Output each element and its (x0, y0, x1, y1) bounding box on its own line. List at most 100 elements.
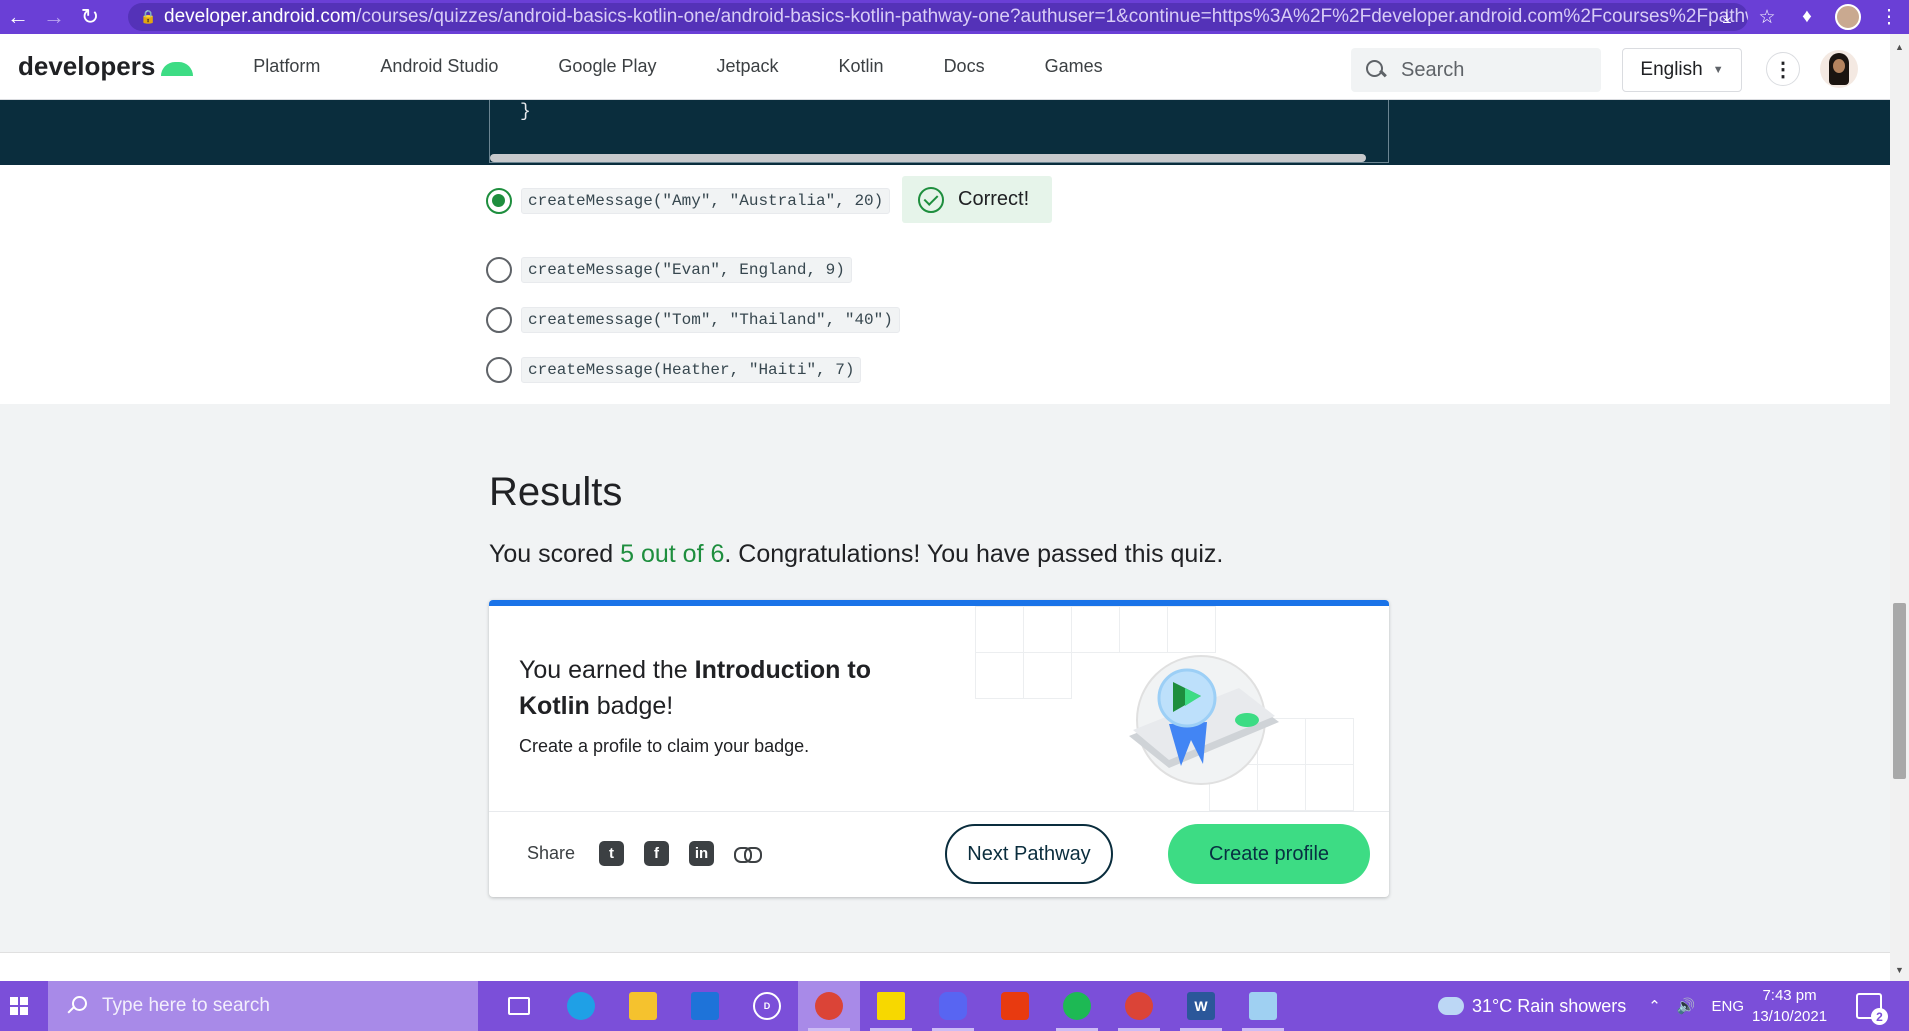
forward-icon[interactable]: → (36, 0, 72, 34)
mail-icon[interactable] (674, 981, 736, 1031)
url-path: /courses/quizzes/android-basics-kotlin-o… (356, 6, 1748, 27)
score-value: 5 out of 6 (620, 540, 725, 568)
radio-selected[interactable] (486, 188, 512, 214)
answer-option[interactable]: createMessage(Heather, "Haiti", 7) (486, 357, 862, 383)
bookmark-star-icon[interactable]: ☆ (1747, 6, 1787, 29)
browser-profile-avatar[interactable] (1835, 4, 1861, 30)
dell-icon[interactable]: D (736, 981, 798, 1031)
page-scrollbar[interactable]: ▲ ▼ (1890, 34, 1909, 981)
answer-option[interactable]: createMessage("Evan", England, 9) (486, 257, 852, 283)
extensions-icon[interactable]: ♦ (1787, 6, 1827, 28)
site-header: developers Platform Android Studio Googl… (0, 34, 1890, 100)
twitter-icon[interactable]: t (599, 841, 625, 866)
clock[interactable]: 7:43 pm 13/10/2021 (1752, 985, 1827, 1027)
radio-unselected[interactable] (486, 257, 512, 283)
weather-text[interactable]: 31°C Rain showers (1472, 996, 1626, 1017)
results-title: Results (489, 470, 623, 514)
windows-taskbar: Type here to search D W 31°C Rain shower… (0, 981, 1909, 1031)
reload-icon[interactable]: ↻ (72, 0, 108, 34)
clock-time: 7:43 pm (1762, 987, 1817, 1004)
nav-platform[interactable]: Platform (253, 56, 320, 77)
linkedin-icon[interactable]: in (689, 841, 715, 866)
clock-date: 13/10/2021 (1752, 1008, 1828, 1025)
chevron-down-icon: ▼ (1712, 64, 1724, 76)
section-divider (0, 952, 1890, 953)
badge-subtitle: Create a profile to claim your badge. (519, 736, 810, 756)
next-pathway-button[interactable]: Next Pathway (945, 824, 1113, 884)
windows-logo-icon (10, 997, 28, 1015)
back-icon[interactable]: ← (0, 0, 36, 34)
avatar[interactable] (1820, 50, 1858, 88)
language-indicator[interactable]: ENG (1712, 998, 1745, 1015)
search-input[interactable]: Search (1351, 48, 1601, 92)
browser-menu-icon[interactable]: ⋮ (1869, 6, 1909, 29)
chrome-icon[interactable] (798, 981, 860, 1031)
share-label: Share (527, 843, 576, 863)
volume-icon[interactable]: 🔊 (1677, 997, 1696, 1015)
android-logo-icon (161, 58, 194, 76)
code-snippet-area: } (0, 100, 1890, 165)
create-profile-button[interactable]: Create profile (1168, 824, 1370, 884)
nav-kotlin[interactable]: Kotlin (839, 56, 884, 77)
nav-jetpack[interactable]: Jetpack (716, 56, 778, 77)
sticky-notes-icon[interactable] (860, 981, 922, 1031)
feedback-text: Correct! (958, 188, 1030, 210)
address-bar[interactable]: 🔒 developer.android.com/courses/quizzes/… (128, 3, 1748, 31)
answer-option[interactable]: createmessage("Tom", "Thailand", "40") (486, 307, 900, 333)
language-select[interactable]: English ▼ (1622, 48, 1742, 92)
score-suffix: . Congratulations! You have passed this … (724, 540, 1224, 568)
code-horizontal-scrollbar[interactable] (490, 154, 1366, 162)
taskbar-search-input[interactable]: Type here to search (48, 981, 478, 1031)
radio-unselected[interactable] (486, 357, 512, 383)
taskbar-search-placeholder: Type here to search (102, 995, 270, 1016)
copy-link-icon[interactable] (734, 846, 763, 863)
install-icon[interactable]: ⤓ (1707, 6, 1747, 28)
office-icon[interactable] (984, 981, 1046, 1031)
weather-icon (1438, 997, 1464, 1015)
badge-card: You earned the Introduction to Kotlin ba… (489, 600, 1389, 897)
more-options-icon[interactable]: ⋮ (1766, 52, 1800, 86)
nav-android-studio[interactable]: Android Studio (380, 56, 498, 77)
scroll-down-icon[interactable]: ▼ (1895, 965, 1904, 975)
nav-docs[interactable]: Docs (944, 56, 985, 77)
notifications-icon[interactable]: 2 (1856, 993, 1888, 1025)
task-view-icon[interactable] (488, 981, 550, 1031)
start-button[interactable] (0, 981, 38, 1031)
code-block: } (489, 100, 1389, 163)
scrollbar-thumb[interactable] (1893, 603, 1906, 779)
nav-games[interactable]: Games (1045, 56, 1103, 77)
search-icon (66, 996, 87, 1016)
radio-unselected[interactable] (486, 307, 512, 333)
language-label: English (1640, 59, 1703, 80)
option-code: createmessage("Tom", "Thailand", "40") (521, 307, 900, 333)
spotify-icon[interactable] (1046, 981, 1108, 1031)
file-explorer-icon[interactable] (612, 981, 674, 1031)
logo-text: developers (18, 51, 156, 81)
chevron-up-icon[interactable]: ⌃ (1648, 997, 1661, 1015)
badge-earned-text: You earned the Introduction to Kotlin ba… (519, 652, 919, 724)
results-section: Results You scored 5 out of 6. Congratul… (0, 404, 1890, 952)
discord-icon[interactable] (922, 981, 984, 1031)
taskbar-apps: D W (488, 981, 1294, 1031)
edge-icon[interactable] (550, 981, 612, 1031)
option-code: createMessage("Evan", England, 9) (521, 257, 852, 283)
badge-illustration (1129, 655, 1279, 785)
search-placeholder: Search (1401, 58, 1465, 81)
score-prefix: You scored (489, 540, 621, 568)
notepad-icon[interactable] (1232, 981, 1294, 1031)
share-row: Share t f in (527, 841, 763, 866)
lock-icon: 🔒 (140, 9, 157, 24)
score-text: You scored 5 out of 6. Congratulations! … (489, 540, 1223, 569)
search-icon (1365, 59, 1387, 81)
answer-option[interactable]: createMessage("Amy", "Australia", 20) (486, 188, 891, 214)
facebook-icon[interactable]: f (644, 841, 670, 866)
scroll-up-icon[interactable]: ▲ (1895, 42, 1904, 52)
check-circle-icon (918, 186, 944, 213)
badge-earned-prefix: You earned the (519, 656, 695, 684)
nav-google-play[interactable]: Google Play (558, 56, 656, 77)
badge-earned-suffix: badge! (589, 692, 674, 720)
system-tray: 31°C Rain showers ⌃ 🔊 ENG (1438, 981, 1744, 1031)
word-icon[interactable]: W (1170, 981, 1232, 1031)
developers-logo[interactable]: developers (18, 51, 194, 82)
chrome-profile-icon[interactable] (1108, 981, 1170, 1031)
